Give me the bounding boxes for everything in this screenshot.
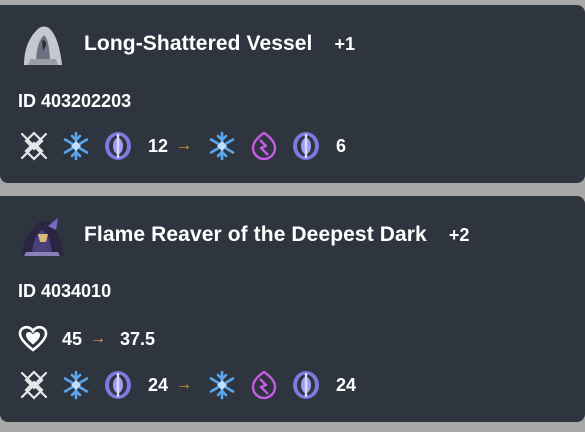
ice-element-icon [206, 130, 238, 162]
ice-element-icon [206, 369, 238, 401]
physical-element-icon [18, 130, 50, 162]
weakness-row: 12 → 6 [18, 130, 354, 162]
dark-reaver-avatar [22, 218, 64, 256]
lightning-element-icon [248, 369, 280, 401]
physical-element-icon [18, 369, 50, 401]
weakness-from-value: 12 [148, 135, 169, 156]
enemy-card-2: Flame Reaver of the Deepest Dark +2 ID 4… [0, 196, 585, 422]
enemy-card-1: Long-Shattered Vessel +1 ID 403202203 12… [0, 5, 585, 183]
hp-row: 45 → 37.5 [18, 323, 163, 355]
ice-element-icon [60, 130, 92, 162]
arrow-icon: → [176, 137, 193, 154]
arrow-icon: → [176, 376, 193, 393]
heart-icon [18, 325, 48, 352]
enemy-id: ID 4034010 [18, 281, 112, 301]
ice-element-icon [60, 369, 92, 401]
card-header: Long-Shattered Vessel +1 [18, 21, 355, 67]
hp-from-value: 45 [62, 328, 83, 349]
weakness-to-value: 6 [336, 135, 347, 156]
weakness-from-value: 24 [148, 374, 169, 395]
enemy-name: Flame Reaver of the Deepest Dark [84, 223, 427, 246]
arrow-icon: → [90, 330, 107, 347]
tier-badge: +1 [334, 33, 356, 54]
card-header: Flame Reaver of the Deepest Dark +2 [18, 212, 469, 258]
hooded-figure-avatar [24, 26, 62, 65]
weakness-to-value: 24 [336, 374, 357, 395]
imaginary-element-icon [102, 369, 134, 401]
hp-to-value: 37.5 [120, 328, 156, 349]
imaginary-element-icon [290, 369, 322, 401]
imaginary-element-icon [102, 130, 134, 162]
enemy-name: Long-Shattered Vessel [84, 32, 313, 55]
weakness-row: 24 → 24 [18, 369, 364, 401]
tier-badge: +2 [448, 224, 470, 245]
enemy-id: ID 403202203 [18, 91, 132, 111]
lightning-element-icon [248, 130, 280, 162]
imaginary-element-icon [290, 130, 322, 162]
